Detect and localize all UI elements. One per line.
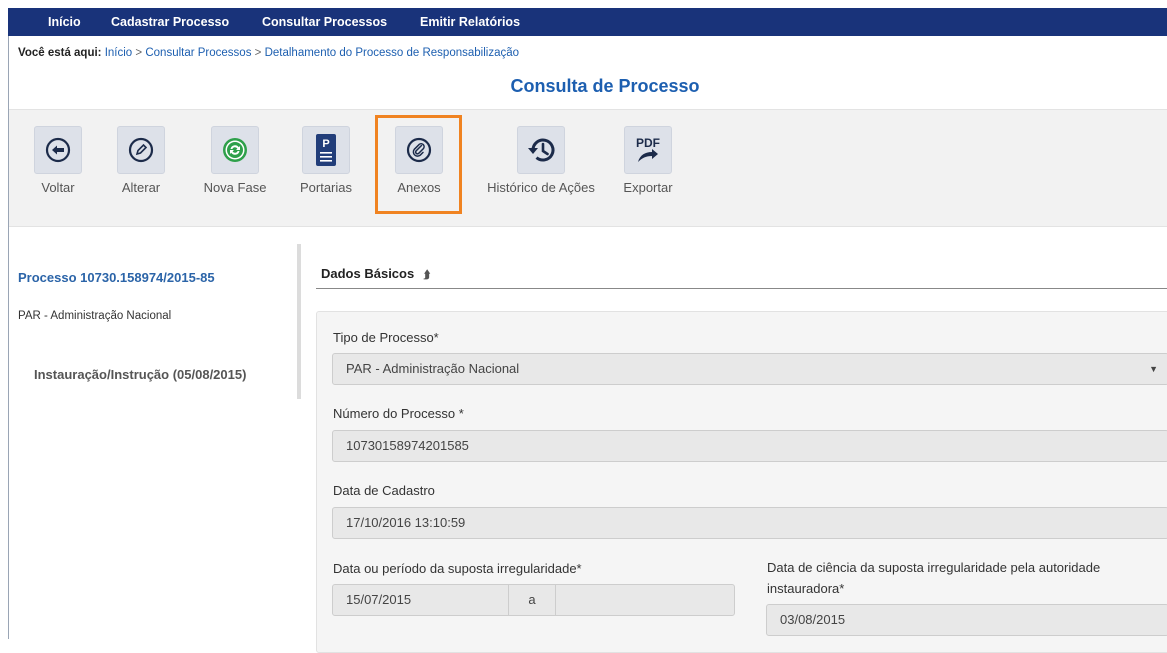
section-title: Dados Básicos: [321, 266, 415, 281]
numero-processo-field[interactable]: 10730158974201585: [332, 430, 1167, 462]
breadcrumb-link-inicio[interactable]: Início: [105, 47, 133, 59]
data-ciencia-label-line2: instauradora*: [767, 581, 845, 596]
exportar-button[interactable]: PDF Exportar: [603, 126, 693, 195]
section-divider: [316, 288, 1167, 289]
periodo-irregularidade-label: Data ou período da suposta irregularidad…: [333, 561, 582, 576]
tipo-processo-value: PAR - Administração Nacional: [346, 361, 520, 376]
breadcrumb-link-consultar[interactable]: Consultar Processos: [145, 47, 251, 59]
nav-item-consultar-processos[interactable]: Consultar Processos: [262, 8, 387, 36]
voltar-button[interactable]: Voltar: [13, 126, 103, 195]
document-p-icon: P: [316, 134, 336, 166]
action-toolbar: Voltar Alterar Nova Fase P Portarias Ane…: [9, 109, 1167, 227]
data-cadastro-field[interactable]: 17/10/2016 13:10:59: [332, 507, 1167, 539]
section-header-dados-basicos[interactable]: Dados Básicos ⮭: [321, 266, 430, 282]
anexos-highlight-box: [375, 115, 462, 214]
alterar-button[interactable]: Alterar: [96, 126, 186, 195]
svg-text:PDF: PDF: [636, 136, 660, 150]
page-title: Consulta de Processo: [510, 76, 700, 96]
svg-text:P: P: [322, 138, 329, 150]
historico-acoes-button[interactable]: Histórico de Ações: [486, 126, 596, 195]
periodo-inicio-field[interactable]: 15/07/2015: [332, 584, 509, 616]
tipo-processo-select[interactable]: PAR - Administração Nacional ▼: [332, 353, 1167, 385]
historico-acoes-label: Histórico de Ações: [487, 180, 595, 195]
periodo-fim-field[interactable]: [555, 584, 735, 616]
nav-item-emitir-relatorios[interactable]: Emitir Relatórios: [420, 8, 520, 36]
chevron-double-up-icon: ⮭: [423, 269, 431, 281]
data-ciencia-label-line1: Data de ciência da suposta irregularidad…: [767, 560, 1101, 575]
arrow-left-icon: [45, 137, 71, 163]
caret-down-icon: ▼: [1149, 364, 1158, 374]
data-cadastro-label: Data de Cadastro: [333, 483, 435, 498]
nav-item-cadastrar-processo[interactable]: Cadastrar Processo: [111, 8, 229, 36]
numero-processo-label: Número do Processo *: [333, 406, 464, 421]
portarias-label: Portarias: [299, 180, 353, 195]
breadcrumb: Você está aqui: Início > Consultar Proce…: [18, 47, 519, 59]
voltar-label: Voltar: [41, 180, 75, 195]
alterar-label: Alterar: [121, 180, 161, 195]
breadcrumb-separator: >: [135, 47, 143, 59]
nova-fase-label: Nova Fase: [203, 180, 267, 195]
refresh-icon: [223, 138, 247, 162]
nav-item-inicio[interactable]: Início: [48, 8, 81, 36]
sidebar-divider: [297, 244, 301, 399]
breadcrumb-separator: >: [254, 47, 262, 59]
pdf-export-icon: PDF: [636, 136, 660, 162]
top-nav: Início Cadastrar Processo Consultar Proc…: [8, 8, 1167, 36]
portarias-button[interactable]: P Portarias: [281, 126, 371, 195]
process-type: PAR - Administração Nacional: [18, 310, 172, 322]
pencil-icon: [128, 137, 154, 163]
exportar-label: Exportar: [623, 180, 673, 195]
breadcrumb-label: Você está aqui:: [18, 47, 102, 59]
breadcrumb-current: Detalhamento do Processo de Responsabili…: [264, 47, 520, 59]
history-icon: [528, 138, 555, 162]
process-phase[interactable]: Instauração/Instrução (05/08/2015): [34, 367, 246, 382]
data-ciencia-field[interactable]: 03/08/2015: [766, 604, 1167, 636]
periodo-separator: a: [508, 584, 556, 616]
nova-fase-button[interactable]: Nova Fase: [190, 126, 280, 195]
tipo-processo-label: Tipo de Processo*: [333, 330, 439, 345]
process-title[interactable]: Processo 10730.158974/2015-85: [18, 270, 215, 285]
